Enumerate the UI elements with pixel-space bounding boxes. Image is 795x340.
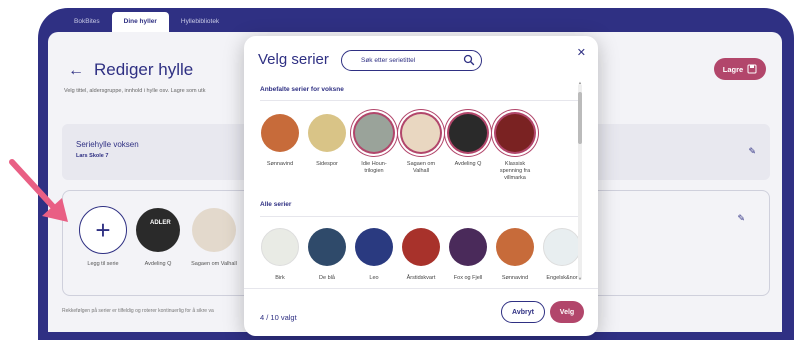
series-item-sonnavind[interactable]: Sønnavind [258, 114, 302, 168]
series-cover [261, 114, 299, 152]
series-label: Fox og Fjell [453, 275, 483, 281]
top-nav: BokBites Dine hyller Hyllebibliotek [62, 12, 231, 32]
series-label: Sagaen om Valhall [406, 161, 436, 174]
select-series-modal: Velg serier Søk etter serietittel ✕ Anbe… [244, 36, 598, 336]
tab-bokbites[interactable]: BokBites [62, 12, 112, 32]
series-item-klassisk-spenning[interactable]: Klassisk spenning fra villmarka [493, 114, 537, 182]
series-cover-selected [496, 114, 534, 152]
divider [260, 100, 578, 101]
series-item-arstidskvartett[interactable]: Årstidskvart [399, 228, 443, 282]
section-recommended-title: Anbefalte serier for voksne [260, 86, 344, 93]
series-label: Birk [275, 275, 285, 281]
series-label: Avdeling Q [454, 161, 482, 167]
divider [260, 216, 578, 217]
series-cover [261, 228, 299, 266]
series-item-birk[interactable]: Birk [258, 228, 302, 282]
add-series-button[interactable]: + [79, 206, 127, 254]
scrollbar-thumb[interactable] [578, 92, 582, 144]
series-item-idie-houn[interactable]: Idie Houn-trilogien [352, 114, 396, 175]
add-series-label: Legg til serie [87, 261, 119, 267]
series-item-avdeling-q[interactable]: Avdeling Q [446, 114, 490, 168]
series-cover-sagaen[interactable] [192, 208, 236, 252]
series-item-fox-og-fjell[interactable]: Fox og Fjell [446, 228, 490, 282]
modal-footer: 4 / 10 valgt Avbryt Velg [244, 288, 598, 336]
series-cover [543, 228, 581, 266]
shelf-title: Seriehylle voksen [76, 140, 139, 149]
series-label: Sagaen om Valhall [191, 261, 237, 267]
scroll-down-icon[interactable]: ▼ [578, 276, 582, 281]
tab-dine-hyller[interactable]: Dine hyller [111, 12, 169, 32]
series-cover [355, 228, 393, 266]
selected-count: 4 / 10 valgt [260, 313, 297, 322]
series-item-sonnavind-2[interactable]: Sønnavind [493, 228, 537, 282]
series-cover [496, 228, 534, 266]
series-label: Sidespor [316, 161, 338, 167]
cancel-button[interactable]: Avbryt [501, 301, 545, 323]
series-cover-selected [402, 114, 440, 152]
section-all-title: Alle serier [260, 201, 292, 208]
save-button[interactable]: Lagre [714, 58, 766, 80]
back-arrow-icon[interactable]: ← [68, 62, 84, 80]
modal-title: Velg serier [258, 51, 329, 68]
save-label: Lagre [722, 64, 744, 74]
series-label: Sønnavind [501, 275, 529, 281]
series-label: Sønnavind [266, 161, 294, 167]
edit-pencil-icon[interactable]: ✎ [737, 213, 745, 224]
select-button[interactable]: Velg [550, 301, 584, 323]
cover-art: ADLER [150, 220, 171, 226]
series-label: Årstidskvart [406, 275, 436, 281]
scrollbar[interactable] [578, 84, 582, 280]
series-item-sidespor[interactable]: Sidespor [305, 114, 349, 168]
series-label: Avdeling Q [144, 261, 172, 267]
series-cover [308, 114, 346, 152]
search-icon[interactable] [463, 54, 475, 66]
series-label: De blå [319, 275, 335, 281]
series-cover [449, 228, 487, 266]
series-cover-avdeling-q[interactable]: ADLER [136, 208, 180, 252]
series-cover [308, 228, 346, 266]
series-cover-selected [355, 114, 393, 152]
series-label: Idie Houn-trilogien [361, 161, 387, 174]
footer-note: Rekkefølgen på serier er tilfeldig og ro… [62, 308, 214, 314]
page-title: Rediger hylle [94, 60, 194, 79]
series-cover [402, 228, 440, 266]
shelf-school: Lars Skole 7 [76, 153, 109, 159]
series-label: Klassisk spenning fra villmarka [499, 161, 531, 181]
pointer-arrow-icon [9, 159, 68, 222]
series-item-leo[interactable]: Leo [352, 228, 396, 282]
series-item-sagaen[interactable]: Sagaen om Valhall [399, 114, 443, 175]
series-label: Leo [369, 275, 379, 281]
tab-hyllebibliotek[interactable]: Hyllebibliotek [169, 12, 231, 32]
close-icon[interactable]: ✕ [577, 46, 586, 59]
series-cover-selected [449, 114, 487, 152]
edit-pencil-icon[interactable]: ✎ [748, 146, 756, 157]
series-item-de-bla[interactable]: De blå [305, 228, 349, 282]
save-icon [747, 64, 757, 74]
page-subtitle: Velg tittel, aldersgruppe, innhold i hyl… [64, 88, 206, 94]
search-placeholder: Søk etter serietittel [361, 57, 416, 64]
search-input[interactable]: Søk etter serietittel [341, 50, 482, 71]
